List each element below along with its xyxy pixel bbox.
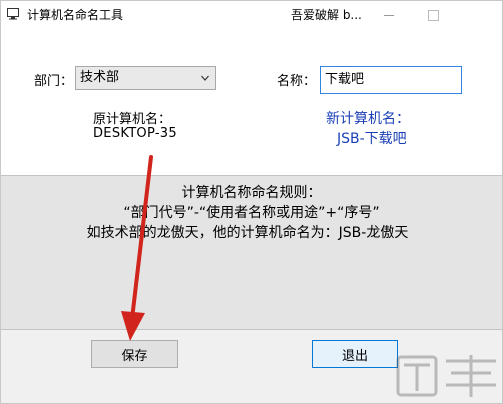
computer-icon <box>7 8 19 20</box>
minimize-button[interactable] <box>367 1 411 30</box>
rules-line-1: “部门代号”-“使用者名称或用途”+“序号” <box>123 205 380 221</box>
minimize-icon <box>384 15 394 16</box>
rules-heading: 计算机名称命名规则： <box>181 185 322 201</box>
new-name-value: JSB-下载吧 <box>337 131 407 147</box>
department-select[interactable]: 技术部 <box>75 66 216 90</box>
exit-button[interactable]: 退出 <box>312 340 398 368</box>
department-label: 部门： <box>34 74 74 89</box>
original-name-value: DESKTOP-35 <box>93 126 177 141</box>
name-label: 名称： <box>277 74 317 89</box>
maximize-button[interactable] <box>411 1 455 30</box>
main-window: 计算机名命名工具 吾爱破解 b... 部门： 技术部 名称： 下载吧 原计算机名… <box>0 0 503 404</box>
title-bar: 计算机名命名工具 吾爱破解 b... <box>1 1 502 30</box>
form-area: 部门： 技术部 名称： 下载吧 原计算机名： DESKTOP-35 新计算机名：… <box>1 30 502 175</box>
site-logo <box>396 355 496 397</box>
maximize-icon <box>427 10 439 21</box>
save-button[interactable]: 保存 <box>91 340 178 368</box>
department-selected-value: 技术部 <box>80 70 120 85</box>
window-title: 计算机名命名工具 <box>27 8 124 22</box>
window-title-extra: 吾爱破解 b... <box>291 8 362 22</box>
rules-line-2: 如技术部的龙傲天，他的计算机命名为：JSB-龙傲天 <box>86 225 409 241</box>
original-name-label: 原计算机名： <box>93 112 172 127</box>
chevron-down-icon <box>201 75 209 81</box>
new-name-label: 新计算机名： <box>326 111 410 127</box>
rules-panel: 计算机名称命名规则： “部门代号”-“使用者名称或用途”+“序号” 如技术部的龙… <box>1 175 502 330</box>
name-input[interactable]: 下载吧 <box>320 66 462 94</box>
